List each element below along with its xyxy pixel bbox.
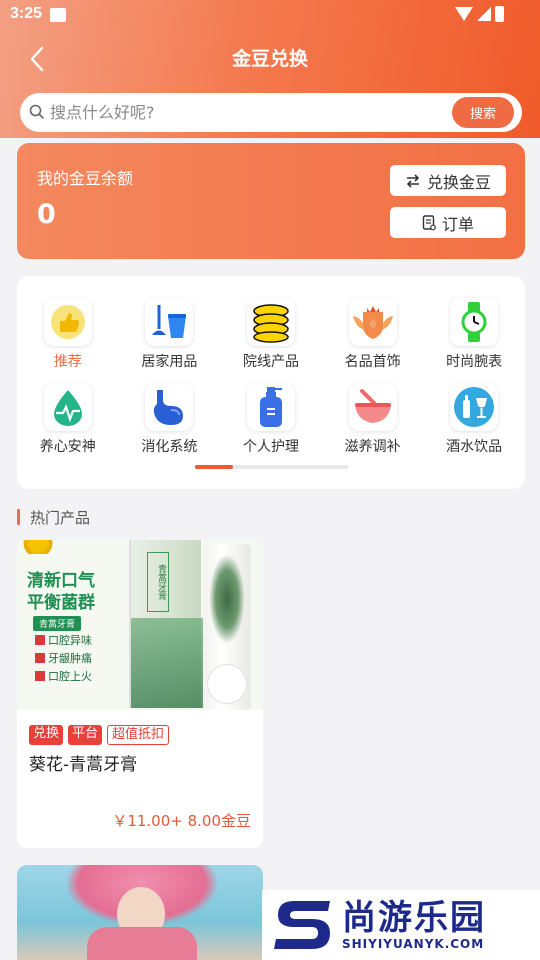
notification-app-icon <box>50 8 66 22</box>
category-label: 名品首饰 <box>344 354 401 370</box>
section-title: 热门产品 <box>30 508 91 527</box>
header: 3:25 金豆兑换 搜索 <box>0 0 540 138</box>
category-nourish[interactable]: 滋养调补 <box>322 383 424 456</box>
promo-benefits: 口腔异味 牙龈肿痛 口腔上火 <box>35 632 92 686</box>
tag-exchange: 兑换 <box>29 725 64 745</box>
crown-shield-icon <box>348 298 397 346</box>
page-title: 金豆兑换 <box>231 48 308 70</box>
watermark-logo-icon <box>272 895 336 955</box>
stomach-icon <box>145 383 194 431</box>
toothpaste-box: 青蒿牙膏 <box>129 540 203 708</box>
category-watches[interactable]: 时尚腕表 <box>423 298 525 371</box>
category-grid: 推荐 居家用品 院线产品 名品首饰 时尚腕表 养心安神 消化系统 个人护理 滋养… <box>17 298 525 456</box>
status-bar: 3:25 <box>0 0 540 30</box>
category-label: 滋养调补 <box>344 439 401 455</box>
category-label: 时尚腕表 <box>446 354 503 370</box>
status-indicators <box>455 6 504 22</box>
heartbeat-drop-icon <box>43 383 92 431</box>
product-card[interactable] <box>17 865 263 960</box>
scarf-image <box>87 927 197 960</box>
tag-platform: 平台 <box>68 725 103 745</box>
category-label: 院线产品 <box>242 354 299 370</box>
watermark-cn: 尚游乐园 <box>342 898 486 938</box>
category-digestive[interactable]: 消化系统 <box>119 383 221 456</box>
watermark-text: 尚游乐园 SHIYIYUANYK.COM <box>342 899 486 951</box>
search-button[interactable]: 搜索 <box>452 97 514 128</box>
category-calm-mind[interactable]: 养心安神 <box>17 383 119 456</box>
watch-icon <box>450 298 499 346</box>
product-tags: 兑换 平台 超值抵扣 <box>29 725 170 745</box>
category-label: 养心安神 <box>39 439 96 455</box>
category-home[interactable]: 居家用品 <box>119 298 221 371</box>
orders-button[interactable]: 订单 <box>390 207 506 238</box>
category-label: 酒水饮品 <box>446 439 503 455</box>
category-page-indicator <box>195 465 348 469</box>
wifi-icon <box>455 7 473 21</box>
category-personal-care[interactable]: 个人护理 <box>220 383 322 456</box>
toothpaste-tube <box>203 544 251 710</box>
balance-value: 0 <box>37 199 56 230</box>
exchange-beans-button[interactable]: 兑换金豆 <box>390 165 506 196</box>
search-input[interactable] <box>50 93 450 132</box>
section-accent-bar <box>17 509 20 525</box>
category-label: 居家用品 <box>141 354 198 370</box>
orders-label: 订单 <box>441 214 474 234</box>
search-icon <box>29 104 44 119</box>
swap-icon <box>406 173 420 188</box>
category-page-indicator-fill <box>195 465 234 469</box>
tag-value-deduction: 超值抵扣 <box>107 725 170 745</box>
mop-bucket-icon <box>145 298 194 346</box>
promo-badge: 青蒿牙膏 <box>33 616 82 631</box>
coins-icon <box>246 298 295 346</box>
battery-icon <box>495 6 504 22</box>
product-card[interactable]: 清新口气 平衡菌群 青蒿牙膏 口腔异味 牙龈肿痛 口腔上火 青蒿牙膏 兑换 平台… <box>17 540 263 848</box>
category-recommend[interactable]: 推荐 <box>17 298 119 371</box>
watermark-en: SHIYIYUANYK.COM <box>342 937 485 951</box>
category-jewelry[interactable]: 名品首饰 <box>322 298 424 371</box>
product-price: ￥11.00+ 8.00金豆 <box>112 812 251 830</box>
mortar-bowl-icon <box>348 383 397 431</box>
site-watermark: 尚游乐园 SHIYIYUANYK.COM <box>262 890 540 960</box>
search-bar: 搜索 <box>20 93 522 132</box>
sunflower-decoration <box>21 540 55 554</box>
category-label: 消化系统 <box>141 439 198 455</box>
hot-products-heading: 热门产品 <box>17 506 90 528</box>
status-time: 3:25 <box>10 5 43 22</box>
promo-headline: 清新口气 平衡菌群 <box>27 571 95 613</box>
signal-icon <box>477 7 491 21</box>
product-name: 葵花-青蒿牙膏 <box>29 755 138 775</box>
order-list-icon <box>422 214 436 230</box>
exchange-beans-label: 兑换金豆 <box>426 172 491 192</box>
drinks-icon <box>450 383 499 431</box>
category-label: 个人护理 <box>242 439 299 455</box>
category-panel: 推荐 居家用品 院线产品 名品首饰 时尚腕表 养心安神 消化系统 个人护理 滋养… <box>17 276 525 489</box>
thumbs-up-icon <box>43 298 92 346</box>
category-salon-products[interactable]: 院线产品 <box>220 298 322 371</box>
category-drinks[interactable]: 酒水饮品 <box>423 383 525 456</box>
lotion-bottle-icon <box>246 383 295 431</box>
category-label: 推荐 <box>53 354 82 370</box>
balance-label: 我的金豆余额 <box>37 169 134 188</box>
balance-card: 我的金豆余额 0 兑换金豆 订单 <box>17 143 525 259</box>
product-image: 清新口气 平衡菌群 青蒿牙膏 口腔异味 牙龈肿痛 口腔上火 青蒿牙膏 <box>17 540 263 710</box>
